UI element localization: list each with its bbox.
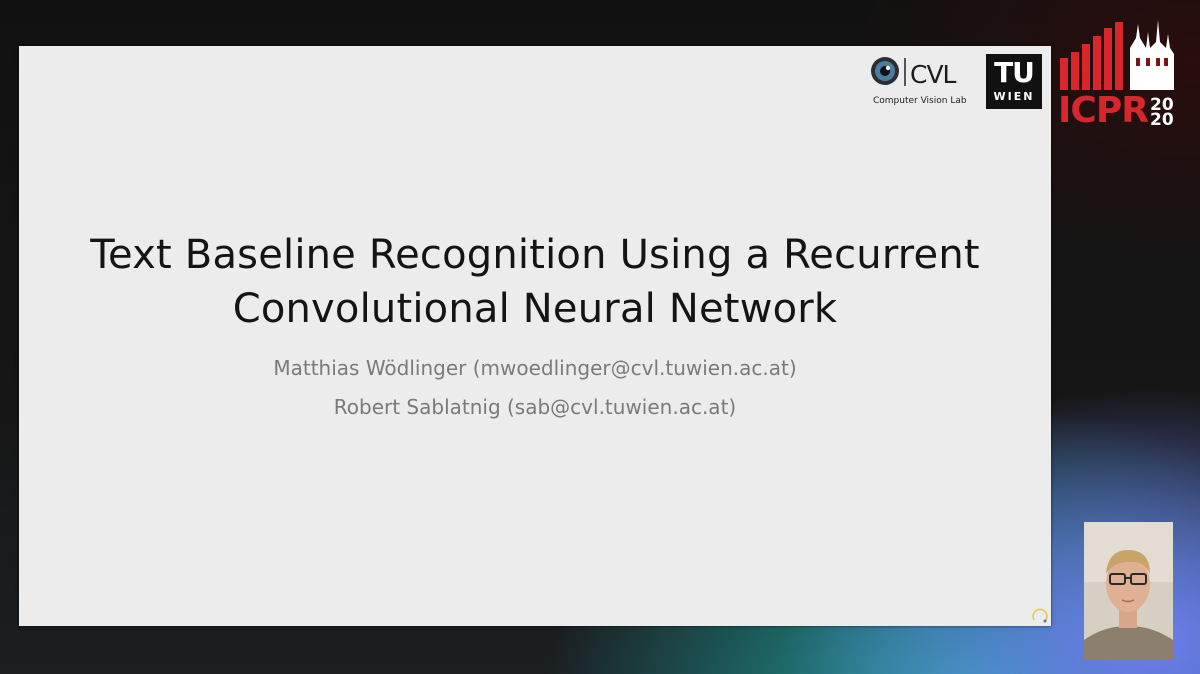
author-2: Robert Sablatnig (sab@cvl.tuwien.ac.at) <box>333 395 737 419</box>
icpr-2020-logo: ICPR 20 20 <box>1058 18 1182 136</box>
slide-title-line-1: Text Baseline Recognition Using a Recurr… <box>90 232 980 278</box>
icpr-year: 20 20 <box>1150 97 1174 130</box>
presenter-portrait <box>1084 522 1173 660</box>
slide-title: Text Baseline Recognition Using a Recurr… <box>19 228 1051 336</box>
loading-cursor-icon <box>1032 608 1048 623</box>
tu-logo-bottom: WIEN <box>993 90 1035 103</box>
tu-wien-logo: TU WIEN <box>986 54 1042 109</box>
cvl-name: CVL <box>910 60 957 89</box>
cvl-eye-icon: CVL <box>871 57 958 89</box>
tu-logo-top: TU <box>994 56 1035 89</box>
presenter-webcam <box>1084 522 1173 660</box>
presentation-slide: CVL Computer Vision Lab TU WIEN Text Bas… <box>19 46 1051 626</box>
icpr-name: ICPR <box>1058 90 1149 131</box>
icpr-skyline-icon <box>1060 20 1174 90</box>
slide-title-line-2: Convolutional Neural Network <box>232 286 838 332</box>
cvl-logo: CVL Computer Vision Lab <box>869 56 975 108</box>
cvl-subtitle: Computer Vision Lab <box>873 96 967 106</box>
author-1: Matthias Wödlinger (mwoedlinger@cvl.tuwi… <box>273 356 797 380</box>
icpr-year-bottom: 20 <box>1150 110 1174 130</box>
